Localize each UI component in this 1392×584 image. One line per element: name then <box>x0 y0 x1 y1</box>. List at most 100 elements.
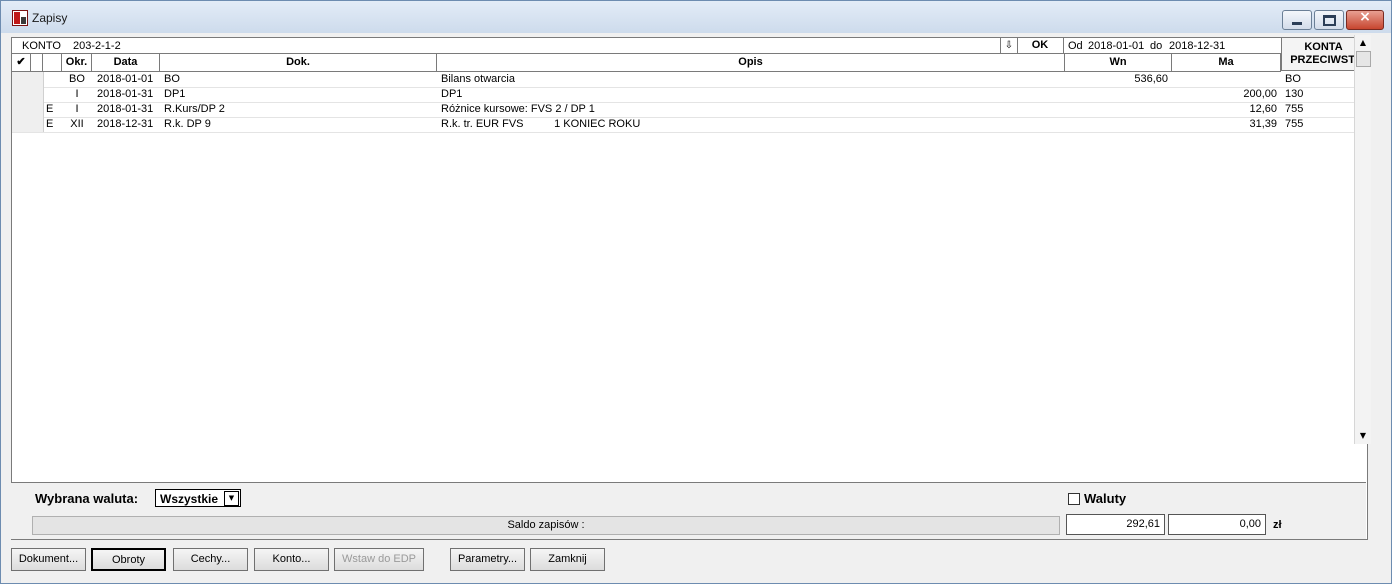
zamknij-button-label: Zamknij <box>548 553 587 565</box>
account-header: KONTO 203-2-1-2 ⇩ OK Od 2018-01-01 do 20… <box>12 38 1281 54</box>
konta-header-line1: KONTA <box>1304 41 1343 53</box>
check-column-header[interactable]: ✔ <box>12 54 31 71</box>
waluty-label: Waluty <box>1084 491 1127 506</box>
wstaw-do-edp-button: Wstaw do EDP <box>334 548 424 571</box>
row-data: 2018-01-01 <box>97 73 154 85</box>
row-konta: 755 <box>1285 118 1304 130</box>
obroty-button[interactable]: Obroty <box>91 548 166 571</box>
row-opis: Różnice kursowe: FVS 2 / DP 1 <box>441 103 595 115</box>
row-okr: I <box>75 103 79 115</box>
row-konta: 755 <box>1285 103 1304 115</box>
ok-button[interactable]: OK <box>1017 38 1064 53</box>
saldo-label: Saldo zapisów : <box>32 516 1060 535</box>
row-marker-cell <box>31 117 44 132</box>
maximize-icon <box>1323 15 1336 26</box>
row-dok: BO <box>164 73 180 85</box>
row-ma: 12,60 <box>1249 103 1277 115</box>
wn-column-header[interactable]: Wn <box>1065 54 1172 71</box>
parametry-button[interactable]: Parametry... <box>450 548 525 571</box>
parametry-button-label: Parametry... <box>457 553 518 565</box>
waluta-select[interactable]: Wszystkie ▼ <box>155 489 241 507</box>
row-wn <box>1065 87 1168 102</box>
close-icon: × <box>1359 9 1371 25</box>
chevron-down-icon[interactable]: ▼ <box>224 491 239 506</box>
title-bar: Zapisy × <box>1 1 1391 33</box>
saldo-ma-value: 0,00 <box>1168 514 1266 535</box>
table-row[interactable]: I 2018-01-31 DP1 DP1 200,00 130 <box>12 87 1365 103</box>
od-date[interactable]: 2018-01-01 <box>1088 40 1144 52</box>
row-ma <box>1172 72 1277 87</box>
dok-column-header[interactable]: Dok. <box>160 54 437 71</box>
row-opis: R.k. tr. EUR FVS 1 KONIEC ROKU <box>441 118 641 130</box>
row-marker-cell <box>31 87 44 102</box>
row-select-cell[interactable] <box>12 72 32 87</box>
flag-column-header[interactable] <box>31 54 43 71</box>
row-dok: DP1 <box>164 88 186 100</box>
konto-label: KONTO <box>22 40 61 52</box>
row-okr: I <box>75 88 79 100</box>
scroll-thumb[interactable] <box>1356 51 1371 67</box>
currency-label: zł <box>1273 519 1282 531</box>
obroty-button-label: Obroty <box>111 554 145 566</box>
okr-column-header[interactable]: Okr. <box>62 54 92 71</box>
minimize-button[interactable] <box>1282 10 1312 30</box>
cechy-button-label: Cechy... <box>190 553 231 565</box>
download-button[interactable]: ⇩ <box>1000 38 1018 53</box>
dokument-button-label: Dokument... <box>18 553 79 565</box>
entries-panel: KONTO 203-2-1-2 ⇩ OK Od 2018-01-01 do 20… <box>11 37 1368 540</box>
row-data: 2018-12-31 <box>97 118 154 130</box>
zapisy-window: Zapisy × KONTO 203-2-1-2 ⇩ OK Od 2018-01… <box>0 0 1392 584</box>
row-ma: 31,39 <box>1249 118 1277 130</box>
table-row[interactable]: E I 2018-01-31 R.Kurs/DP 2 Różnice kurso… <box>12 102 1365 118</box>
row-marker-cell <box>31 102 44 117</box>
konto-button-label: Konto... <box>272 553 311 565</box>
data-column-header[interactable]: Data <box>92 54 160 71</box>
waluta-label: Wybrana waluta: <box>35 491 139 506</box>
vertical-scrollbar[interactable]: ▲ ▼ <box>1354 35 1371 444</box>
table-row[interactable]: E XII 2018-12-31 R.k. DP 9 R.k. tr. EUR … <box>12 117 1365 133</box>
row-select-cell[interactable] <box>12 117 32 132</box>
checkmark-icon: ✔ <box>16 56 26 68</box>
minimize-icon <box>1292 22 1302 25</box>
waluty-checkbox[interactable] <box>1068 493 1080 505</box>
konta-header-line2: PRZECIWST. <box>1290 54 1357 66</box>
do-label: do <box>1150 40 1163 52</box>
cechy-button[interactable]: Cechy... <box>173 548 248 571</box>
empty-column-header[interactable] <box>43 54 62 71</box>
row-ma: 200,00 <box>1243 88 1277 100</box>
row-wn <box>1065 102 1168 117</box>
row-flag: E <box>46 103 54 115</box>
ma-column-header[interactable]: Ma <box>1172 54 1281 71</box>
zamknij-button[interactable]: Zamknij <box>530 548 605 571</box>
scroll-down-icon[interactable]: ▼ <box>1355 428 1371 444</box>
row-wn: 536,60 <box>1134 73 1168 85</box>
saldo-wn-value: 292,61 <box>1066 514 1165 535</box>
od-label: Od <box>1068 40 1083 52</box>
row-dok: R.k. DP 9 <box>164 118 211 130</box>
row-data: 2018-01-31 <box>97 103 154 115</box>
do-date[interactable]: 2018-12-31 <box>1169 40 1225 52</box>
row-select-cell[interactable] <box>12 102 32 117</box>
window-title: Zapisy <box>32 11 68 25</box>
scroll-up-icon[interactable]: ▲ <box>1355 35 1371 51</box>
maximize-button[interactable] <box>1314 10 1344 30</box>
row-wn <box>1065 117 1168 132</box>
row-okr: XII <box>70 118 84 130</box>
row-opis: DP1 <box>441 88 463 100</box>
row-data: 2018-01-31 <box>97 88 154 100</box>
dokument-button[interactable]: Dokument... <box>11 548 86 571</box>
row-opis: Bilans otwarcia <box>441 73 515 85</box>
konto-button[interactable]: Konto... <box>254 548 329 571</box>
summary-panel: Wybrana waluta: Wszystkie ▼ Waluty Saldo… <box>11 482 1366 539</box>
entries-list: BO 2018-01-01 BO Bilans otwarcia 536,60 … <box>12 72 1365 134</box>
close-button[interactable]: × <box>1346 9 1384 30</box>
table-row[interactable]: BO 2018-01-01 BO Bilans otwarcia 536,60 … <box>12 72 1365 88</box>
konta-przeciwst-header[interactable]: KONTA PRZECIWST. <box>1281 38 1365 71</box>
konto-value: 203-2-1-2 <box>73 40 121 52</box>
waluta-value: Wszystkie <box>160 492 219 506</box>
app-document-icon <box>12 10 28 26</box>
opis-column-header[interactable]: Opis <box>437 54 1065 71</box>
row-select-cell[interactable] <box>12 87 32 102</box>
download-arrow-icon: ⇩ <box>1004 40 1014 51</box>
wstaw-do-edp-button-label: Wstaw do EDP <box>342 553 416 565</box>
